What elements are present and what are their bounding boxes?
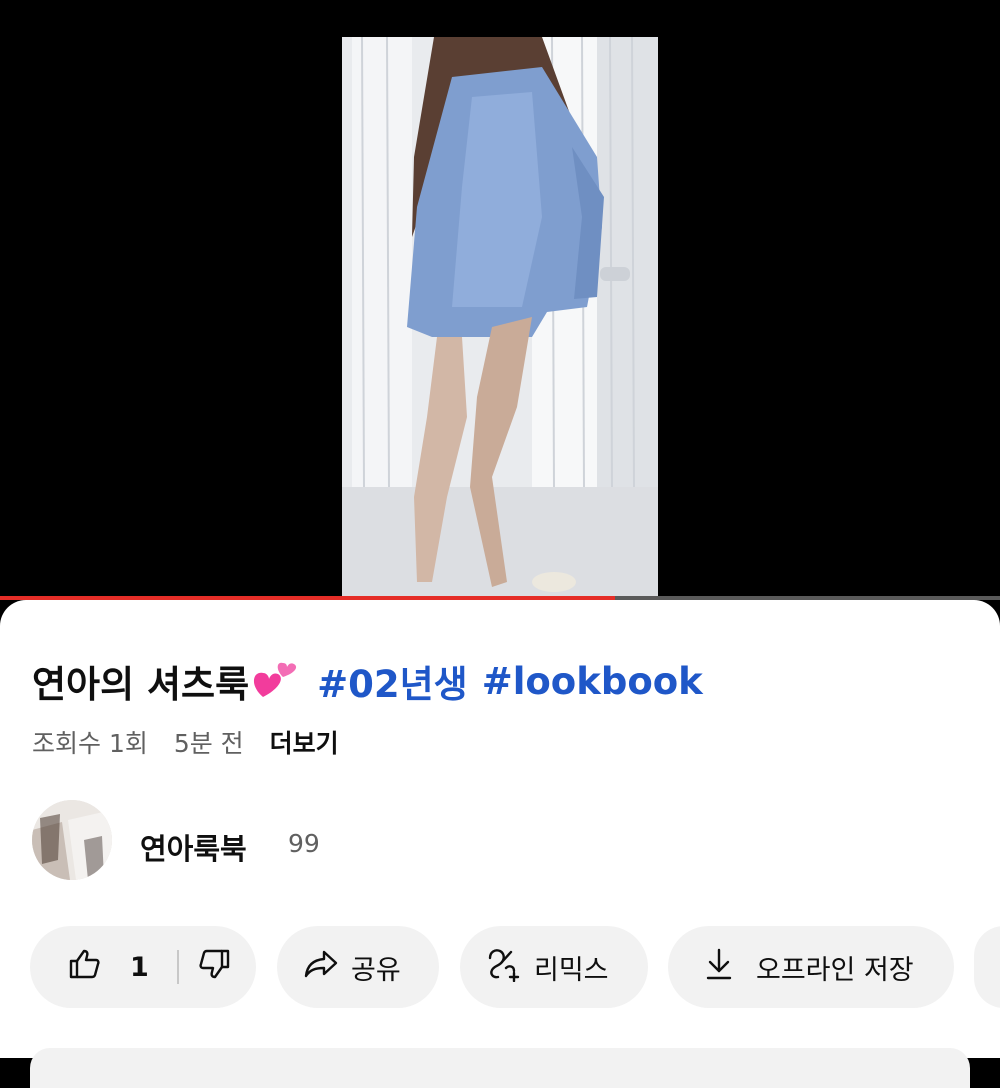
like-dislike-group: 1	[30, 926, 256, 1008]
video-frame[interactable]	[342, 37, 658, 597]
subscriber-count: 99	[288, 829, 320, 858]
more-actions-button[interactable]	[974, 926, 1000, 1008]
video-info-panel: 연아의 셔츠룩 #02년생 #lookbook 조회수 1회 5분 전 더보기 …	[0, 600, 1000, 1088]
channel-avatar[interactable]	[32, 800, 112, 880]
share-arrow-icon	[303, 949, 339, 986]
share-label: 공유	[351, 954, 401, 986]
video-player[interactable]	[0, 0, 1000, 600]
download-icon	[704, 947, 734, 988]
view-count: 조회수 1회	[32, 729, 148, 758]
like-count: 1	[130, 951, 149, 983]
video-title[interactable]: 연아의 셔츠룩 #02년생 #lookbook	[32, 654, 717, 708]
video-thumbnail-image	[342, 37, 658, 597]
thumbs-up-icon[interactable]	[68, 947, 102, 988]
comments-preview[interactable]	[30, 1048, 970, 1088]
channel-name[interactable]: 연아룩북	[140, 826, 247, 868]
two-hearts-emoji-icon	[253, 659, 299, 708]
like-divider	[176, 950, 179, 984]
thumbs-down-icon[interactable]	[197, 947, 231, 988]
remix-button[interactable]: 리믹스	[460, 926, 648, 1008]
download-button[interactable]: 오프라인 저장	[668, 926, 954, 1008]
share-button[interactable]: 공유	[277, 926, 439, 1008]
remix-label: 리믹스	[534, 954, 609, 986]
video-title-text: 연아의 셔츠룩	[32, 663, 250, 706]
upload-time: 5분 전	[173, 729, 244, 758]
more-button[interactable]: 더보기	[270, 729, 339, 758]
remix-icon	[484, 946, 522, 989]
hashtag-02[interactable]: #02년생	[317, 654, 468, 708]
download-label: 오프라인 저장	[756, 954, 914, 986]
hashtag-lookbook[interactable]: #lookbook	[482, 660, 703, 703]
video-meta[interactable]: 조회수 1회 5분 전 더보기	[32, 724, 357, 760]
